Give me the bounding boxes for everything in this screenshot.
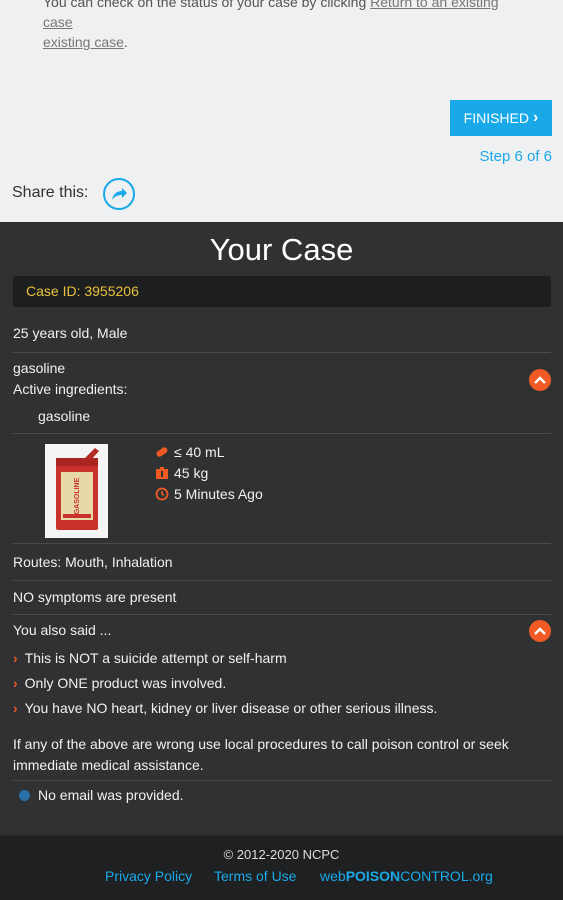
weight-icon — [155, 466, 169, 480]
privacy-policy-link[interactable]: Privacy Policy — [105, 868, 192, 884]
chevron-right-icon: › — [13, 650, 18, 666]
time-stat: 5 Minutes Ago — [155, 486, 263, 502]
copyright: © 2012-2020 NCPC — [223, 847, 340, 862]
top-section: You can check on the status of your case… — [0, 0, 563, 222]
email-note: No email was provided. — [38, 787, 184, 803]
brand-control: CONTROL.org — [400, 868, 493, 884]
status-text-partial: You can check on the status of your case… — [43, 0, 367, 10]
divider — [13, 614, 551, 615]
chevron-right-icon: › — [13, 675, 18, 691]
finished-button[interactable]: FINISHED › — [450, 100, 552, 136]
footer: © 2012-2020 NCPC Privacy Policy Terms of… — [0, 836, 563, 900]
terms-of-use-link[interactable]: Terms of Use — [214, 868, 296, 884]
product-name: gasoline — [13, 360, 66, 376]
active-ingredients-label: Active ingredients: — [13, 381, 128, 397]
product-image: GASOLINE — [45, 444, 108, 538]
step-indicator: Step 6 of 6 — [479, 148, 552, 165]
statement-text: This is NOT a suicide attempt or self-ha… — [24, 650, 287, 666]
case-status-text: You can check on the status of your case… — [43, 0, 523, 52]
case-id-badge: Case ID: 3955206 — [13, 276, 551, 307]
brand-poison: POISON — [345, 868, 401, 884]
pill-icon — [155, 445, 169, 459]
finished-button-label: FINISHED — [463, 110, 529, 126]
divider — [13, 433, 551, 434]
collapse-product-toggle[interactable] — [529, 369, 551, 391]
statement-text: Only ONE product was involved. — [24, 675, 227, 691]
amount-stat: ≤ 40 mL — [155, 444, 224, 460]
case-panel: Your Case Case ID: 3955206 25 years old,… — [0, 222, 563, 834]
info-icon — [19, 790, 30, 801]
existing-case-link-cont[interactable]: existing case — [43, 34, 124, 50]
brand-web: web — [320, 868, 346, 884]
weight-stat: 45 kg — [155, 465, 208, 481]
chevron-right-icon: › — [13, 700, 18, 716]
svg-text:GASOLINE: GASOLINE — [74, 477, 81, 514]
case-title: Your Case — [209, 232, 354, 267]
warning-text: If any of the above are wrong use local … — [13, 734, 553, 776]
warning-line1: If any of the above are wrong use local … — [13, 736, 509, 752]
divider — [13, 543, 551, 544]
chevron-right-icon: › — [533, 109, 539, 126]
clock-icon — [155, 487, 169, 501]
divider — [13, 780, 551, 781]
ingredient-item: gasoline — [38, 408, 91, 424]
also-said-label: You also said ... — [13, 622, 112, 638]
statement-item: › Only ONE product was involved. — [13, 675, 226, 691]
statement-item: › This is NOT a suicide attempt or self-… — [13, 650, 287, 666]
symptoms-info: NO symptoms are present — [13, 589, 177, 605]
status-text-end: . — [123, 34, 128, 50]
share-icon[interactable] — [103, 178, 135, 210]
statement-text: You have NO heart, kidney or liver disea… — [24, 700, 438, 716]
webpoisoncontrol-link[interactable]: webPOISONCONTROL.org — [320, 868, 493, 884]
routes-info: Routes: Mouth, Inhalation — [13, 554, 173, 570]
warning-line2: immediate medical assistance. — [13, 757, 204, 773]
divider — [13, 580, 551, 581]
patient-info: 25 years old, Male — [13, 325, 128, 341]
share-label: Share this: — [12, 184, 89, 201]
divider — [13, 352, 551, 353]
time-value: 5 Minutes Ago — [174, 486, 263, 502]
weight-value: 45 kg — [174, 465, 209, 481]
amount-value: ≤ 40 mL — [174, 444, 225, 460]
statement-item: › You have NO heart, kidney or liver dis… — [13, 700, 437, 716]
collapse-statements-toggle[interactable] — [529, 620, 551, 642]
